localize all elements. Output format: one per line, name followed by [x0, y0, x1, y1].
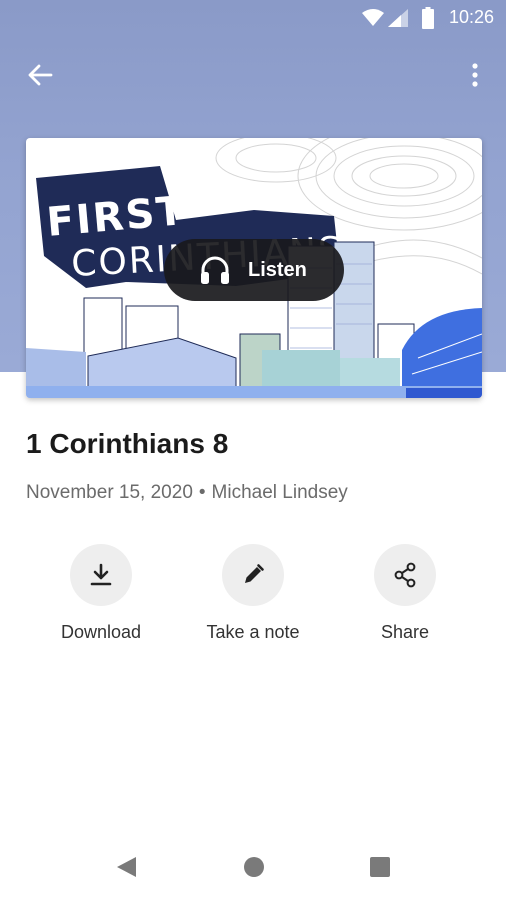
share-circle[interactable]	[374, 544, 436, 606]
take-note-button[interactable]: Take a note	[178, 544, 328, 643]
back-button[interactable]	[20, 55, 60, 95]
take-note-circle[interactable]	[222, 544, 284, 606]
download-icon	[90, 563, 112, 586]
nav-home-circle-icon[interactable]	[243, 856, 265, 878]
status-time: 10:26	[448, 7, 494, 27]
nav-back-triangle-icon[interactable]	[114, 855, 138, 879]
pencil-icon	[245, 564, 264, 583]
sermon-meta: November 15, 2020 • Michael Lindsey	[26, 482, 348, 504]
more-options-button[interactable]	[460, 55, 490, 95]
more-vertical-icon	[472, 63, 478, 87]
nav-recents-square-icon[interactable]	[369, 856, 391, 878]
meta-separator: •	[198, 482, 206, 503]
listen-button[interactable]: Listen	[164, 239, 344, 301]
headphones-icon	[201, 256, 229, 284]
download-label: Download	[60, 622, 142, 642]
take-note-label: Take a note	[206, 622, 300, 642]
download-button[interactable]: Download	[26, 544, 176, 643]
sermon-title: 1 Corinthians 8	[26, 428, 229, 459]
system-navigation-bar	[0, 836, 506, 900]
download-circle[interactable]	[70, 544, 132, 606]
share-label: Share	[380, 622, 430, 642]
status-bar: 10:26	[0, 0, 506, 36]
listen-label: Listen	[248, 258, 307, 281]
wifi-icon	[362, 9, 384, 26]
share-button[interactable]: Share	[330, 544, 480, 643]
cell-signal-icon	[388, 9, 408, 27]
battery-icon	[422, 7, 434, 29]
arrow-left-icon	[28, 64, 53, 86]
share-icon	[394, 562, 416, 588]
sermon-date: November 15, 2020	[26, 482, 193, 503]
sermon-speaker: Michael Lindsey	[211, 482, 348, 503]
